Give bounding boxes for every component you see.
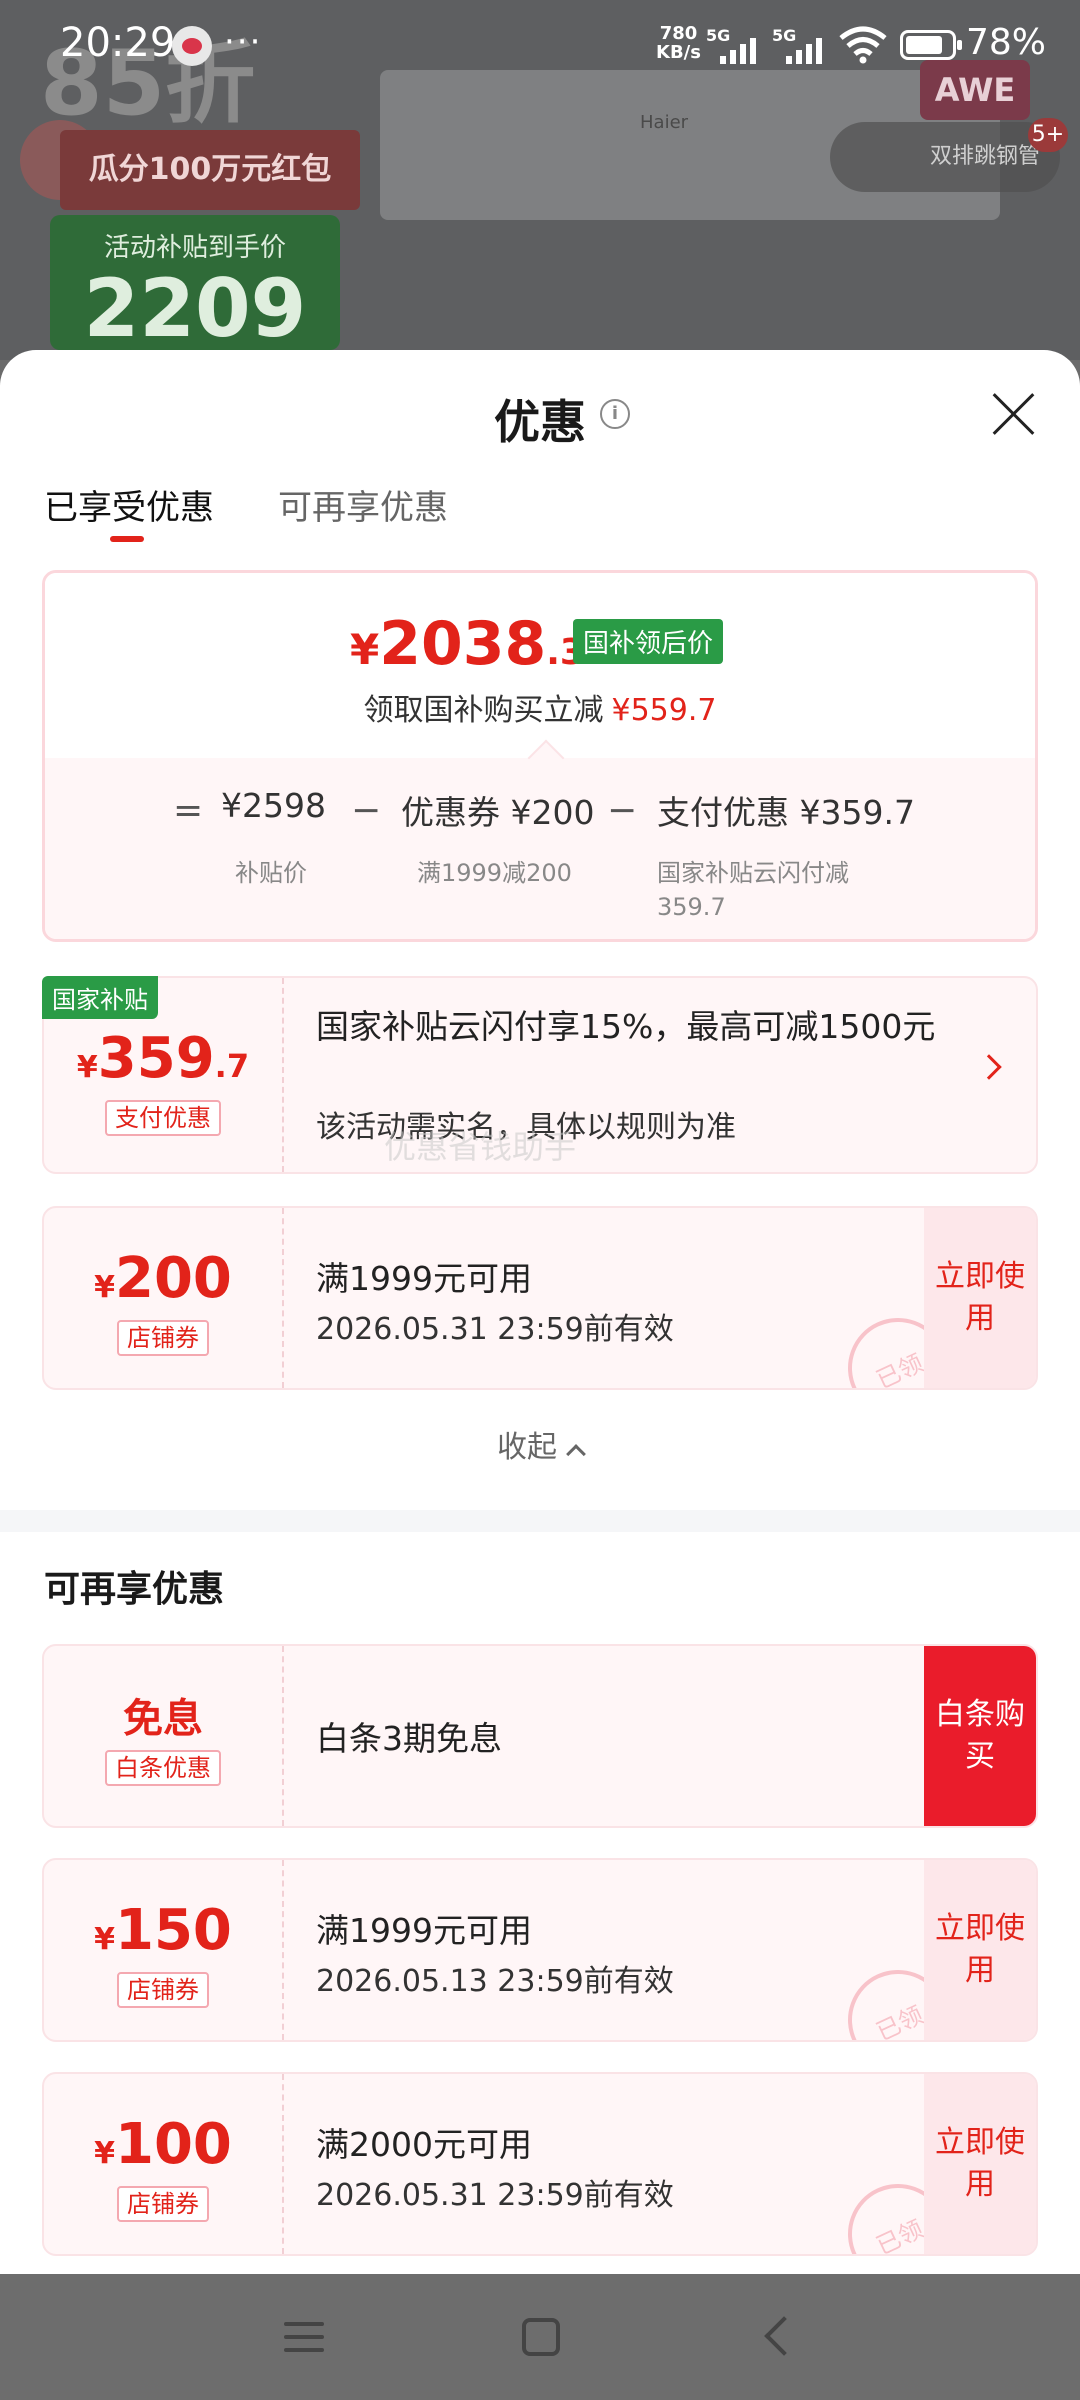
use-now-button[interactable]: 立即使用 (924, 1208, 1036, 1388)
collapse-button[interactable]: 收起 (0, 1422, 1080, 1466)
discount-kind-tag: 支付优惠 (105, 1100, 221, 1136)
use-now-button[interactable]: 立即使用 (924, 2074, 1036, 2254)
product-brand: Haier (640, 112, 689, 133)
discount-amount-integer: 359 (97, 1026, 215, 1091)
discount-amount-decimal: .7 (214, 1047, 250, 1085)
payment-deduction-label: 国家补贴云闪付减359.7 (657, 859, 849, 921)
final-price-integer: 2038 (379, 609, 547, 679)
coupon-currency: ¥ (94, 2136, 115, 2171)
coupon-amount-panel: ¥200 店铺券 (44, 1208, 284, 1388)
discount-tabs: 已享受优惠 可再享优惠 (0, 480, 1080, 550)
close-icon[interactable] (990, 390, 1036, 436)
promo-banner: 瓜分100万元红包 (60, 130, 360, 210)
signal-2-icon: 5G (772, 26, 828, 66)
coupon-amount-value: 150 (114, 1898, 232, 1963)
coupon-deduction-label: 满1999减200 (417, 859, 572, 887)
sheet-title: 优惠 (494, 395, 586, 449)
minus-sign: − (351, 790, 382, 831)
coupon-validity: 2026.05.13 23:59前有效 (316, 1964, 674, 1999)
more-notifications-icon: ··· (224, 22, 263, 62)
back-icon[interactable] (764, 2316, 804, 2356)
discount-title: 国家补贴云闪付享15%，最高可减1500元 (316, 1007, 936, 1046)
network-speed-value: 780 (659, 23, 698, 44)
clock: 20:29 (60, 20, 176, 66)
home-icon[interactable] (522, 2318, 560, 2356)
watermark: 优惠省钱助手 (384, 1128, 577, 1166)
battery-percent: 78% (966, 22, 1047, 63)
coupon-condition: 满1999元可用 (316, 1911, 532, 1950)
tab-enjoyed[interactable]: 已享受优惠 (44, 480, 214, 529)
discount-amount: ¥359.7 (44, 1026, 282, 1091)
installment-kind-tag: 白条优惠 (105, 1750, 221, 1786)
coupon-validity: 2026.05.31 23:59前有效 (316, 1312, 674, 1347)
minus-sign-2: − (607, 790, 638, 831)
compare-chip: 双排跳钢管 (830, 122, 1060, 192)
app-notification-icon (172, 26, 212, 66)
savings-label: 领取国补购买立减 (363, 693, 604, 728)
baitiao-buy-button[interactable]: 白条购买 (924, 1646, 1036, 1826)
installment-card[interactable]: 免息 白条优惠 白条3期免息 白条购买 (42, 1644, 1038, 1828)
more-discounts-title: 可再享优惠 (44, 1569, 225, 1610)
store-coupon-card[interactable]: ¥200 店铺券 满1999元可用 2026.05.31 23:59前有效 已领… (42, 1206, 1038, 1390)
discount-sheet: 优惠 i 已享受优惠 可再享优惠 ¥2038.3 国补领后价 领取国补购买立减 ¥… (0, 350, 1080, 2274)
subsidy-price-label: 活动补贴到手价 (103, 233, 286, 263)
gov-subsidy-price-tag: 国补领后价 (573, 619, 724, 664)
coupon-kind-tag: 店铺券 (117, 1320, 209, 1356)
base-price-label: 补贴价 (235, 859, 307, 887)
installment-title: 白条3期免息 (316, 1719, 502, 1758)
savings-amount: ¥559.7 (611, 693, 717, 728)
collapse-label: 收起 (497, 1430, 557, 1465)
active-tab-indicator (110, 536, 144, 542)
coupon-condition: 满1999元可用 (316, 1259, 532, 1298)
wifi-icon (839, 26, 887, 64)
store-coupon-card-100[interactable]: ¥100 店铺券 满2000元可用 2026.05.31 23:59前有效 已领… (42, 2072, 1038, 2256)
signal-1-icon: 5G (706, 26, 762, 66)
chevron-up-icon (566, 1444, 586, 1464)
menu-icon[interactable] (284, 2320, 324, 2354)
final-price-area: ¥2038.3 国补领后价 领取国补购买立减 ¥559.7 (45, 573, 1035, 758)
price-summary-card: ¥2038.3 国补领后价 领取国补购买立减 ¥559.7 = ¥2598 补贴价… (42, 570, 1038, 942)
network-speed-unit: KB/s (656, 42, 701, 63)
battery-icon (900, 30, 962, 60)
tab-more-available[interactable]: 可再享优惠 (278, 480, 448, 529)
system-nav-bar (0, 2274, 1080, 2400)
coupon-kind-tag: 店铺券 (117, 1972, 209, 2008)
status-bar: 20:29 ··· 780 KB/s 5G 5G 78% (0, 0, 1080, 90)
subsidy-price-value: 2209 (83, 262, 307, 355)
installment-panel: 免息 白条优惠 (44, 1646, 284, 1826)
savings-line: 领取国补购买立减 ¥559.7 (45, 685, 1035, 729)
coupon-amount: ¥200 (44, 1246, 282, 1311)
coupon-currency: ¥ (94, 1922, 115, 1957)
chevron-right-icon[interactable] (976, 1054, 1002, 1080)
discount-currency: ¥ (76, 1050, 98, 1085)
payment-deduction: 支付优惠 ¥359.7 (657, 793, 915, 832)
coupon-amount-value: 200 (114, 1246, 232, 1311)
coupon-amount-panel: ¥150 店铺券 (44, 1860, 284, 2040)
use-now-button[interactable]: 立即使用 (924, 1860, 1036, 2040)
coupon-validity: 2026.05.31 23:59前有效 (316, 2178, 674, 2213)
coupon-kind-tag: 店铺券 (117, 2186, 209, 2222)
final-price-currency: ¥ (350, 625, 380, 674)
base-price: ¥2598 (221, 786, 326, 825)
gov-subsidy-corner-tag: 国家补贴 (42, 976, 158, 1019)
coupon-amount: ¥150 (44, 1898, 282, 1963)
info-icon[interactable]: i (600, 399, 630, 429)
network-speed: 780 KB/s (656, 24, 701, 62)
coupon-amount: ¥100 (44, 2112, 282, 2177)
coupon-amount-panel: ¥100 店铺券 (44, 2074, 284, 2254)
store-coupon-card-150[interactable]: ¥150 店铺券 满1999元可用 2026.05.13 23:59前有效 已领… (42, 1858, 1038, 2042)
sheet-header: 优惠 i (0, 350, 1080, 480)
subsidy-price-box: 活动补贴到手价 2209 (50, 215, 340, 354)
final-price: ¥2038.3 (350, 609, 585, 679)
equals-sign: = (173, 790, 204, 831)
compare-count-badge: 5+ (1028, 118, 1068, 152)
installment-label: 免息 (123, 1696, 203, 1742)
coupon-condition: 满2000元可用 (316, 2125, 532, 2164)
coupon-amount-value: 100 (114, 2112, 232, 2177)
section-divider (0, 1510, 1080, 1532)
coupon-currency: ¥ (94, 1270, 115, 1305)
coupon-deduction: 优惠券 ¥200 (401, 793, 595, 832)
price-breakdown: = ¥2598 补贴价 − 优惠券 ¥200 满1999减200 − 支付优惠 … (45, 758, 1035, 939)
